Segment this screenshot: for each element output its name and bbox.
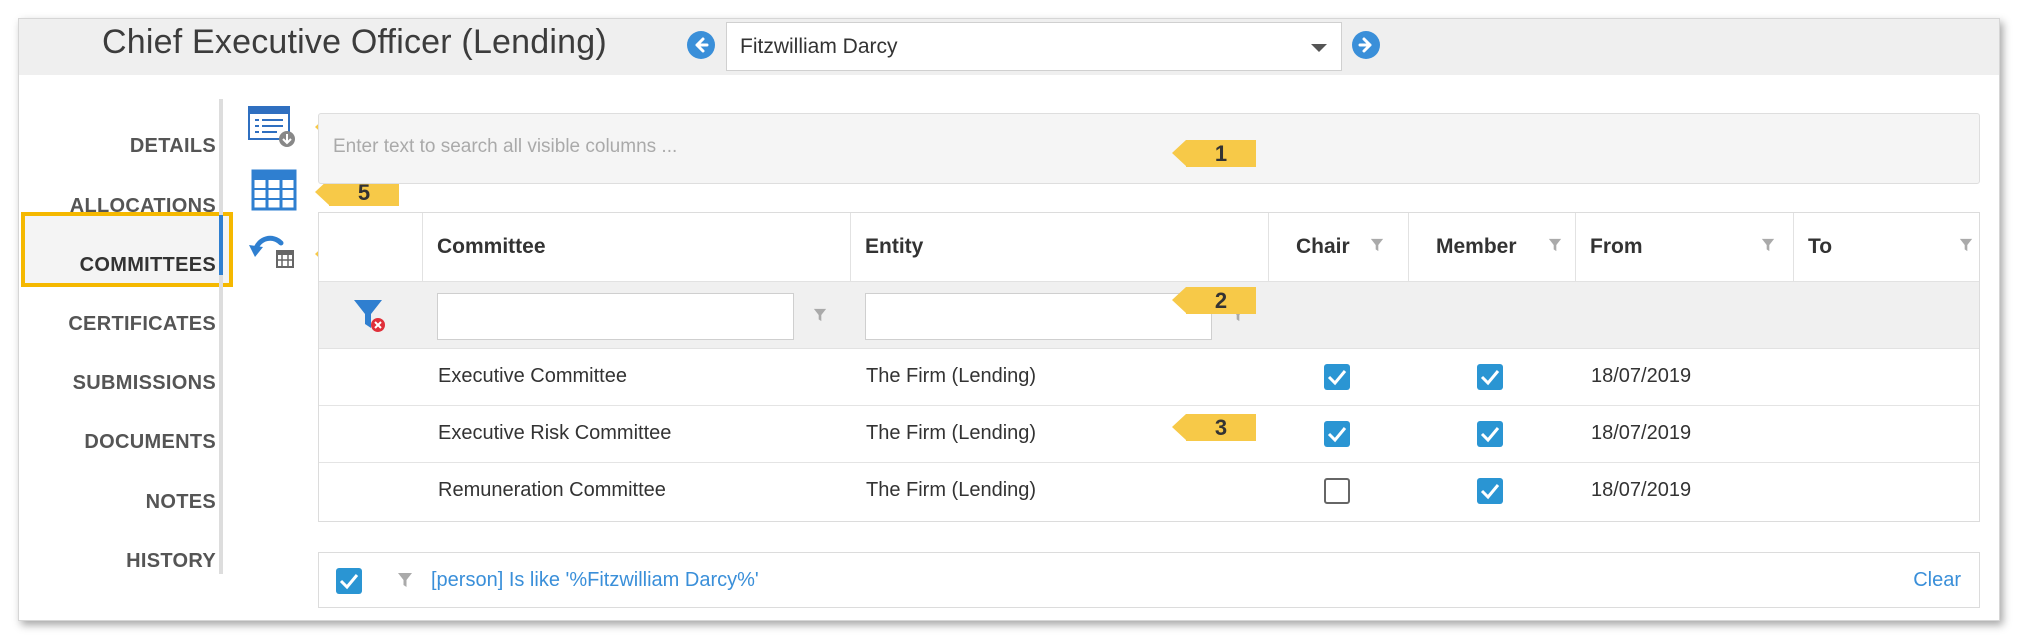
top-bar: Chief Executive Officer (Lending) Fitzwi…	[19, 19, 1999, 75]
column-header-from[interactable]: From	[1575, 213, 1793, 281]
sidebar-item-submissions[interactable]: SUBMISSIONS	[36, 372, 216, 395]
checkmark-icon	[1480, 484, 1500, 500]
clear-filter-icon[interactable]	[352, 298, 388, 334]
column-header-member[interactable]: Member	[1408, 213, 1575, 281]
sidebar-item-committees[interactable]: COMMITTEES	[36, 254, 216, 277]
funnel-icon[interactable]	[1761, 238, 1775, 252]
funnel-icon[interactable]	[1370, 238, 1384, 252]
arrow-left-icon	[695, 37, 709, 53]
sidebar-item-notes[interactable]: NOTES	[36, 491, 216, 514]
sidebar-active-indicator	[219, 215, 223, 275]
cell-from: 18/07/2019	[1591, 479, 1692, 501]
person-select[interactable]: Fitzwilliam Darcy	[726, 22, 1342, 71]
previous-person-button[interactable]	[687, 31, 715, 59]
sidebar: DETAILS ALLOCATIONS COMMITTEES CERTIFICA…	[19, 75, 216, 605]
person-select-value: Fitzwilliam Darcy	[740, 35, 898, 58]
committee-filter-input[interactable]	[437, 293, 794, 340]
member-checkbox[interactable]	[1477, 421, 1503, 447]
cell-committee: Remuneration Committee	[438, 479, 666, 501]
chair-checkbox[interactable]	[1324, 478, 1350, 504]
sidebar-item-allocations[interactable]: ALLOCATIONS	[36, 195, 216, 218]
chair-checkbox[interactable]	[1324, 421, 1350, 447]
cell-committee: Executive Risk Committee	[438, 422, 672, 444]
page-title: Chief Executive Officer (Lending)	[102, 23, 607, 61]
clear-filter-link[interactable]: Clear	[1913, 569, 1961, 592]
checkmark-icon	[1327, 427, 1347, 443]
cell-committee: Executive Committee	[438, 365, 627, 387]
sidebar-divider	[219, 99, 223, 574]
funnel-icon[interactable]	[813, 308, 827, 322]
callout-2: 2	[1172, 287, 1256, 314]
search-panel	[318, 113, 1980, 184]
column-header-entity[interactable]: Entity	[850, 213, 1268, 281]
cell-entity: The Firm (Lending)	[866, 422, 1037, 444]
app-window: Chief Executive Officer (Lending) Fitzwi…	[18, 18, 2000, 621]
table-row[interactable]: Executive Risk Committee The Firm (Lendi…	[319, 406, 1979, 463]
table-row[interactable]: Executive Committee The Firm (Lending) 1…	[319, 349, 1979, 406]
checkmark-icon	[1327, 370, 1347, 386]
member-checkbox[interactable]	[1477, 364, 1503, 390]
column-header-to[interactable]: To	[1793, 213, 1979, 281]
column-chooser-icon[interactable]	[251, 169, 297, 211]
checkmark-icon	[339, 574, 359, 590]
cell-entity: The Firm (Lending)	[866, 365, 1037, 387]
sidebar-item-details[interactable]: DETAILS	[36, 135, 216, 158]
cell-from: 18/07/2019	[1591, 422, 1692, 444]
chevron-down-icon	[1311, 44, 1327, 52]
cell-entity: The Firm (Lending)	[866, 479, 1037, 501]
filter-row	[319, 281, 1979, 349]
committees-grid: Committee Entity Chair Member From To Ex…	[318, 212, 1980, 522]
funnel-icon	[398, 573, 412, 587]
chair-checkbox[interactable]	[1324, 364, 1350, 390]
member-checkbox[interactable]	[1477, 478, 1503, 504]
sidebar-item-history[interactable]: HISTORY	[36, 550, 216, 573]
export-grid-icon[interactable]	[247, 105, 297, 149]
funnel-icon[interactable]	[1548, 238, 1562, 252]
filter-expression-link[interactable]: [person] Is like '%Fitzwilliam Darcy%'	[431, 569, 759, 592]
filter-summary-bar: [person] Is like '%Fitzwilliam Darcy%' C…	[318, 552, 1980, 608]
callout-3: 3	[1172, 414, 1256, 441]
column-header-committee[interactable]: Committee	[422, 213, 850, 281]
sidebar-item-documents[interactable]: DOCUMENTS	[36, 431, 216, 454]
sidebar-item-certificates[interactable]: CERTIFICATES	[36, 313, 216, 336]
reset-layout-icon[interactable]	[247, 229, 297, 273]
entity-filter-input[interactable]	[865, 293, 1212, 340]
callout-1: 1	[1172, 140, 1256, 167]
column-header-chair[interactable]: Chair	[1268, 213, 1408, 281]
filter-enabled-checkbox[interactable]	[336, 568, 362, 594]
table-row[interactable]: Remuneration Committee The Firm (Lending…	[319, 463, 1979, 520]
funnel-icon[interactable]	[1959, 238, 1973, 252]
checkmark-icon	[1480, 427, 1500, 443]
checkmark-icon	[1480, 370, 1500, 386]
arrow-right-icon	[1358, 37, 1372, 53]
cell-from: 18/07/2019	[1591, 365, 1692, 387]
next-person-button[interactable]	[1352, 31, 1380, 59]
search-input[interactable]	[333, 136, 1033, 158]
